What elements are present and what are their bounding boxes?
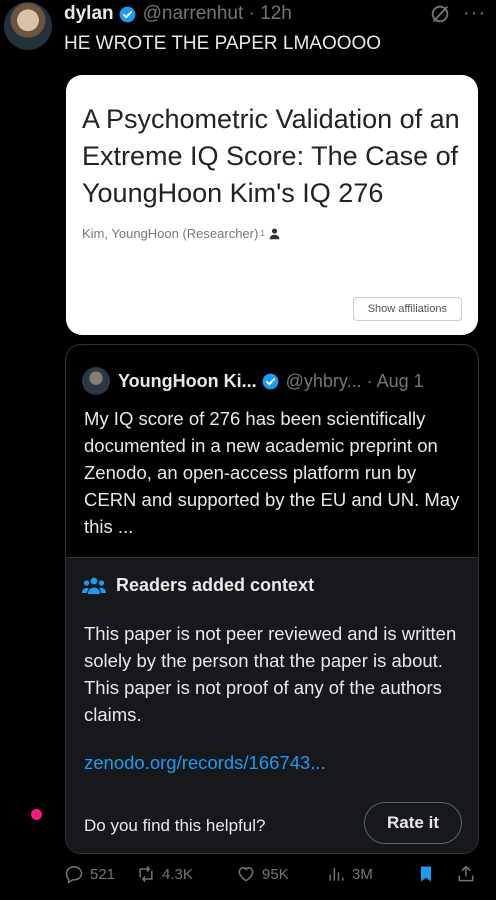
reply-count: 521	[90, 865, 116, 883]
quoted-author-name[interactable]: YoungHoon Ki...	[118, 371, 257, 392]
views-count: 3M	[352, 865, 373, 883]
notification-dot	[31, 809, 42, 820]
author-handle-time[interactable]: @narrenhut · 12h	[143, 3, 292, 25]
paper-title: A Psychometric Validation of an Extreme …	[82, 104, 460, 208]
quoted-handle-time[interactable]: @yhbry... · Aug 1	[286, 371, 424, 392]
author-name[interactable]: dylan	[64, 3, 114, 25]
heart-icon	[238, 866, 254, 882]
helpful-prompt: Do you find this helpful?	[84, 816, 266, 835]
like-button[interactable]: 95K	[236, 864, 289, 884]
show-affiliations-button[interactable]: Show affiliations	[352, 297, 462, 321]
share-icon	[458, 865, 474, 882]
grok-icon[interactable]	[429, 3, 451, 25]
person-icon	[269, 228, 280, 240]
repost-count: 4.3K	[162, 865, 193, 883]
bookmark-icon	[421, 866, 431, 882]
verified-badge-icon	[262, 373, 279, 389]
reply-icon	[65, 866, 83, 884]
paper-author-sup: 1	[260, 229, 265, 238]
paper-image-card[interactable]: A Psychometric Validation of an Extreme …	[66, 75, 478, 335]
quoted-tweet-header: YoungHoon Ki... @yhbry... · Aug 1	[82, 367, 424, 395]
rate-it-button[interactable]: Rate it	[364, 802, 462, 844]
repost-icon	[139, 865, 153, 883]
author-avatar[interactable]	[4, 2, 52, 50]
paper-author: Kim, YoungHoon (Researcher) 1	[82, 226, 460, 241]
quoted-tweet-text: My IQ score of 276 has been scientifical…	[84, 408, 460, 537]
tweet-header: dylan @narrenhut · 12h ···	[64, 2, 486, 26]
more-options-icon[interactable]: ···	[463, 2, 486, 25]
community-note-header: Readers added context	[82, 575, 314, 596]
header-actions: ···	[429, 2, 486, 25]
community-note-text: This paper is not peer reviewed and is w…	[84, 623, 457, 725]
reply-button[interactable]: 521	[64, 864, 115, 884]
community-note: Readers added context This paper is not …	[66, 557, 478, 853]
community-note-heading: Readers added context	[116, 575, 315, 595]
views-icon	[329, 868, 344, 881]
share-button[interactable]	[456, 864, 476, 884]
quoted-tweet-card[interactable]: YoungHoon Ki... @yhbry... · Aug 1 My IQ …	[65, 344, 479, 854]
paper-author-name: Kim, YoungHoon (Researcher)	[82, 226, 259, 241]
community-note-link[interactable]: zenodo.org/records/166743...	[84, 752, 326, 774]
quoted-author-avatar[interactable]	[82, 367, 110, 395]
views-button[interactable]: 3M	[326, 864, 373, 884]
verified-badge-icon	[119, 6, 136, 22]
people-icon	[82, 577, 106, 594]
bookmark-button[interactable]	[416, 864, 436, 884]
tweet-text: HE WROTE THE PAPER LMAOOOO	[64, 33, 382, 54]
like-count: 95K	[262, 865, 289, 883]
repost-button[interactable]: 4.3K	[136, 864, 193, 884]
